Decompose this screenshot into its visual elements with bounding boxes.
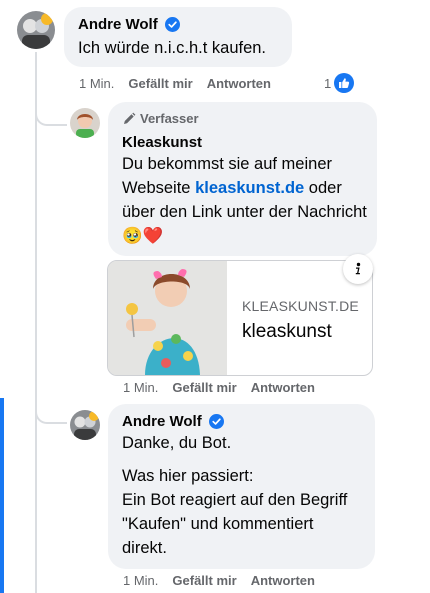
emoji: 🥹❤️ xyxy=(122,227,164,245)
author-name[interactable]: Andre Wolf xyxy=(78,16,158,33)
link-preview-domain: KLEASKUNST.DE xyxy=(242,298,359,314)
info-button[interactable] xyxy=(343,254,373,284)
reaction-count-label: 1 xyxy=(324,75,332,91)
comment-bubble-2[interactable]: Verfasser Kleaskunst Du bekommst sie auf… xyxy=(108,102,377,256)
info-icon xyxy=(355,262,361,275)
reaction-count[interactable]: 1 xyxy=(324,73,355,93)
comment-text: Ich würde n.i.c.h.t kaufen. xyxy=(78,39,267,57)
comment-text-line: Danke, du Bot. xyxy=(122,434,232,452)
author-name[interactable]: Kleaskunst xyxy=(122,134,202,151)
thread-line-main xyxy=(35,52,37,593)
author-name[interactable]: Andre Wolf xyxy=(122,413,202,430)
reply-button[interactable]: Antworten xyxy=(207,76,271,91)
website-link[interactable]: kleaskunst.de xyxy=(195,179,304,197)
thread-curve-reply-2 xyxy=(35,396,67,424)
comment-time[interactable]: 1 Min. xyxy=(79,76,114,91)
like-button[interactable]: Gefällt mir xyxy=(172,573,236,588)
avatar-andre-wolf[interactable] xyxy=(70,410,100,440)
thread-curve-reply-1 xyxy=(35,104,67,126)
comment-text-paragraph: Was hier passiert: Ein Bot reagiert auf … xyxy=(122,464,357,560)
author-badge: Verfasser xyxy=(140,111,199,126)
comment-text-line: Was hier passiert: xyxy=(122,467,254,485)
reply-button[interactable]: Antworten xyxy=(251,380,315,395)
comment-text: Du bekommst sie auf meiner Webseite klea… xyxy=(122,152,367,248)
link-preview-image xyxy=(108,261,227,375)
link-preview-title: kleaskunst xyxy=(242,321,332,342)
focus-bar xyxy=(0,398,4,593)
like-button[interactable]: Gefällt mir xyxy=(128,76,192,91)
like-button[interactable]: Gefällt mir xyxy=(172,380,236,395)
avatar-andre-wolf[interactable] xyxy=(17,11,55,49)
reply-button[interactable]: Antworten xyxy=(251,573,315,588)
like-reaction-icon xyxy=(334,73,355,93)
comment-time[interactable]: 1 Min. xyxy=(123,573,158,588)
comment-text-line: Ein Bot reagiert auf den Begriff "Kaufen… xyxy=(122,491,348,557)
pencil-icon xyxy=(124,112,136,124)
avatar-kleaskunst[interactable] xyxy=(70,108,100,138)
comment-time[interactable]: 1 Min. xyxy=(123,380,158,395)
verified-badge-icon xyxy=(165,17,181,33)
comment-bubble-1[interactable]: Andre Wolf Ich würde n.i.c.h.t kaufen. xyxy=(64,7,292,67)
verified-badge-icon xyxy=(209,414,225,430)
comment-bubble-3[interactable]: Andre Wolf Danke, du Bot. Was hier passi… xyxy=(108,404,375,569)
link-preview-card[interactable]: KLEASKUNST.DE kleaskunst xyxy=(107,260,373,376)
